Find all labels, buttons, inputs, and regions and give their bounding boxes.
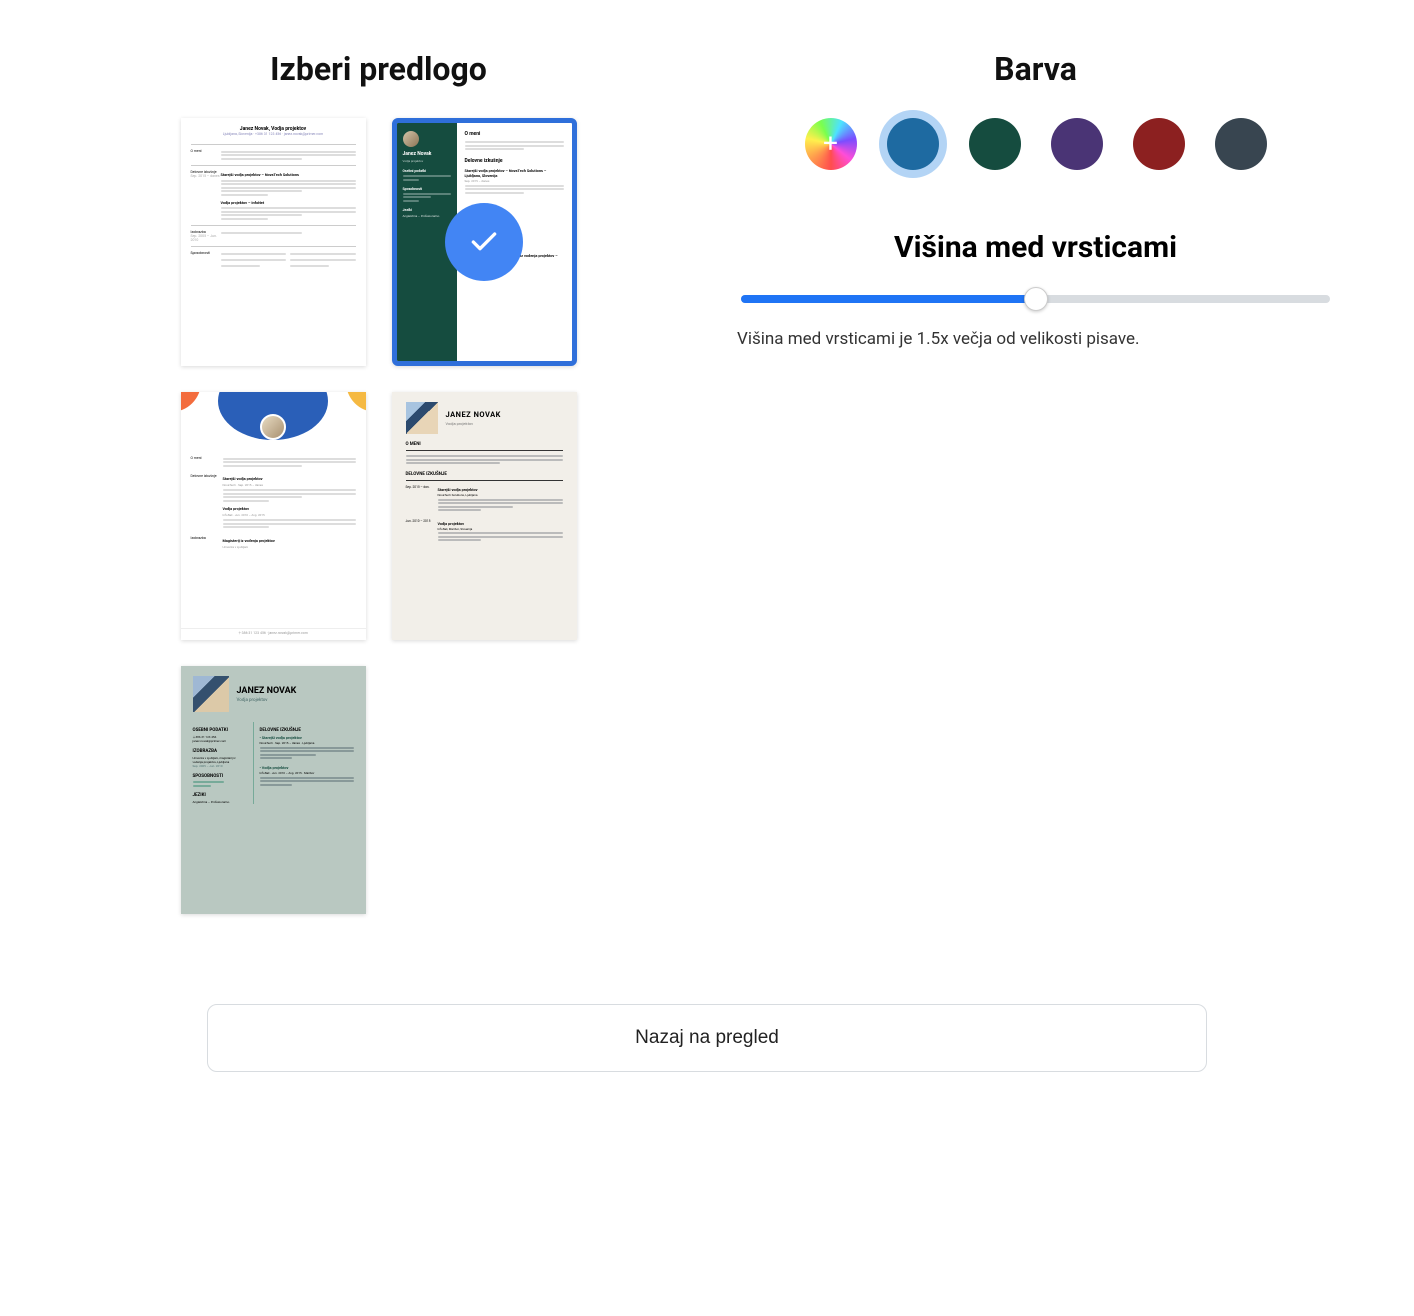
avatar xyxy=(406,402,438,434)
template-card-5[interactable]: JANEZ NOVAK Vodja projektov OSEBNI PODAT… xyxy=(181,666,366,914)
templates-grid: Janez Novak, Vodja projektov Ljubljana, … xyxy=(80,118,677,914)
slider-heading: Višina med vrsticami xyxy=(737,230,1334,265)
color-swatch-green[interactable] xyxy=(969,118,1021,170)
template-4-name: JANEZ NOVAK xyxy=(446,410,501,419)
avatar xyxy=(193,676,229,712)
slider-fill xyxy=(741,295,1036,303)
color-swatch-blue[interactable] xyxy=(887,118,939,170)
settings-section: Barva Višina med vrsticami Višina med vr… xyxy=(737,50,1334,914)
template-card-4[interactable]: JANEZ NOVAK Vodja projektov O MENI DELOV… xyxy=(392,392,577,640)
template-card-1[interactable]: Janez Novak, Vodja projektov Ljubljana, … xyxy=(181,118,366,366)
slider-thumb[interactable] xyxy=(1024,287,1048,311)
template-2-name: Janez Novak xyxy=(403,151,451,157)
color-swatch-slate[interactable] xyxy=(1215,118,1267,170)
slider-caption: Višina med vrsticami je 1.5x večja od ve… xyxy=(737,329,1334,349)
template-5-name: JANEZ NOVAK xyxy=(237,686,297,696)
color-swatch-purple[interactable] xyxy=(1051,118,1103,170)
selected-check-icon xyxy=(445,203,523,281)
back-button[interactable]: Nazaj na pregled xyxy=(207,1004,1207,1072)
color-swatches-row xyxy=(737,118,1334,170)
line-height-slider[interactable] xyxy=(741,295,1330,303)
color-swatch-red[interactable] xyxy=(1133,118,1185,170)
color-swatch-custom[interactable] xyxy=(805,118,857,170)
color-heading: Barva xyxy=(737,50,1334,88)
templates-section: Izberi predlogo Janez Novak, Vodja proje… xyxy=(80,50,677,914)
template-card-3[interactable]: O meni Delovne izkušnjeStarejši vodja pr… xyxy=(181,392,366,640)
templates-heading: Izberi predlogo xyxy=(80,50,677,88)
template-card-2[interactable]: Janez Novak Vodja projektov Osebni podat… xyxy=(392,118,577,366)
